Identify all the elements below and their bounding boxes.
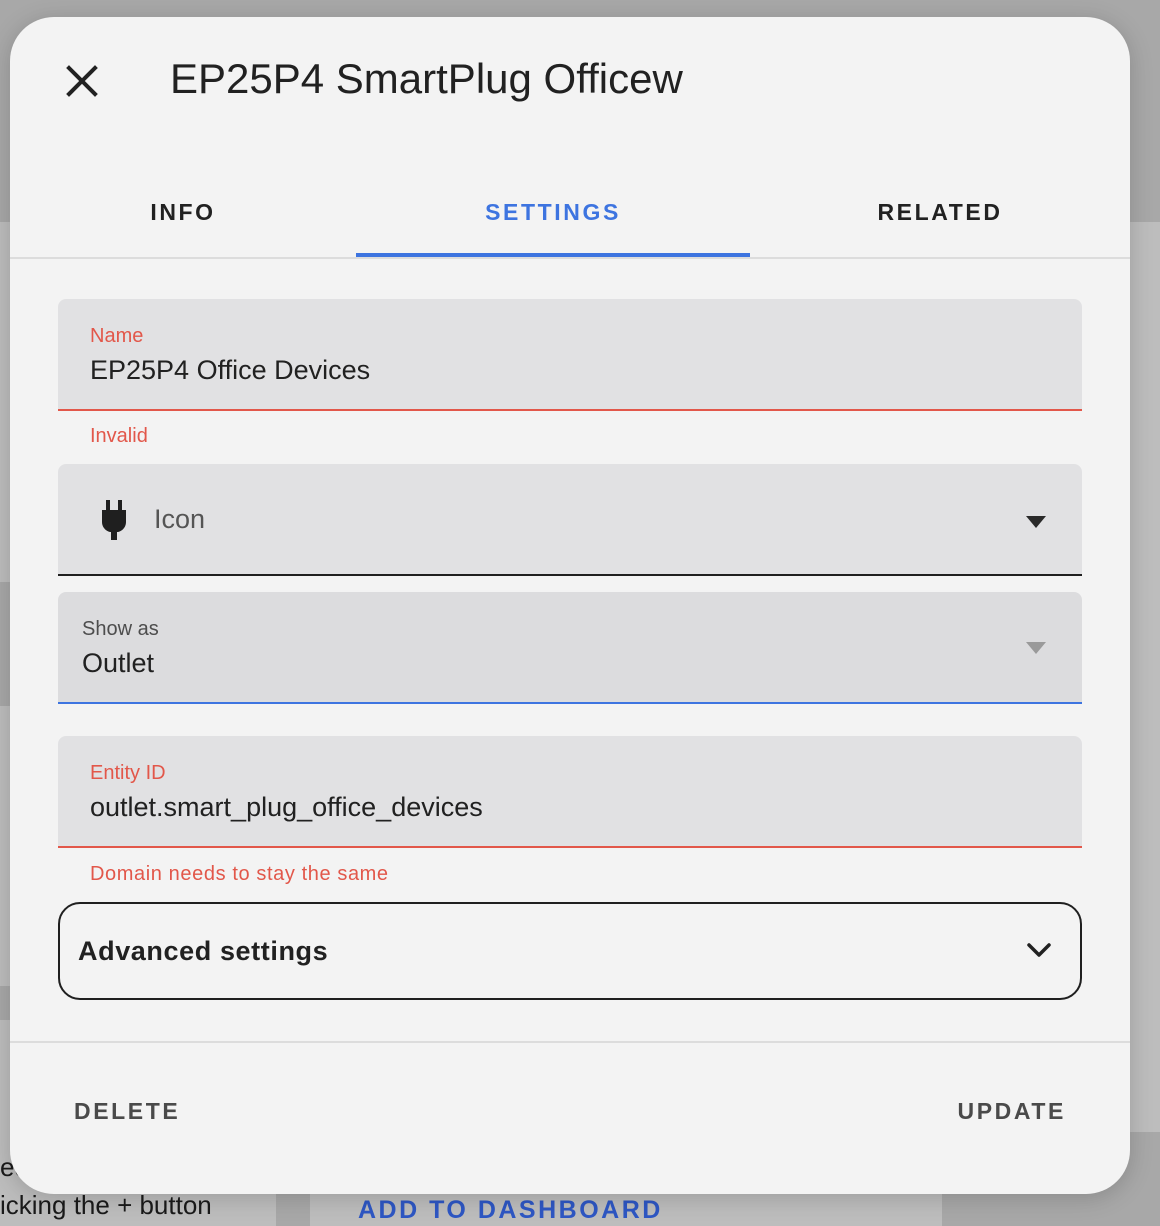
tab-bar: INFO SETTINGS RELATED — [10, 167, 1130, 259]
dropdown-arrow-icon — [1026, 516, 1046, 528]
close-button[interactable] — [60, 59, 104, 103]
entity-id-value[interactable]: outlet.smart_plug_office_devices — [90, 792, 483, 823]
dropdown-arrow-icon — [1026, 642, 1046, 654]
name-field-value[interactable]: EP25P4 Office Devices — [90, 355, 370, 386]
icon-picker-label: Icon — [154, 504, 206, 534]
advanced-settings-label: Advanced settings — [78, 936, 329, 966]
entity-id-field[interactable]: Entity ID outlet.smart_plug_office_devic… — [58, 736, 1082, 848]
active-tab-indicator — [356, 253, 750, 257]
entity-id-error: Domain needs to stay the same — [90, 863, 389, 885]
entity-settings-dialog: EP25P4 SmartPlug Officew INFO SETTINGS R… — [10, 17, 1130, 1194]
tab-settings[interactable]: SETTINGS — [356, 167, 750, 257]
add-to-dashboard-link[interactable]: ADD TO DASHBOARD — [358, 1196, 663, 1225]
show-as-label: Show as — [82, 618, 159, 640]
name-field[interactable]: Name EP25P4 Office Devices — [58, 299, 1082, 411]
name-field-label: Name — [90, 325, 144, 347]
show-as-select[interactable]: Show as Outlet — [58, 592, 1082, 704]
entity-id-label: Entity ID — [90, 762, 166, 784]
tab-info[interactable]: INFO — [10, 167, 356, 257]
chevron-down-icon — [1027, 943, 1051, 957]
advanced-settings-expander[interactable]: Advanced settings — [58, 902, 1082, 1000]
dialog-header: EP25P4 SmartPlug Officew — [10, 17, 1130, 147]
show-as-value: Outlet — [82, 648, 155, 678]
name-field-error: Invalid — [90, 425, 148, 447]
dialog-title: EP25P4 SmartPlug Officew — [170, 55, 683, 102]
background-text-line2: icking the + button — [0, 1190, 212, 1220]
icon-picker[interactable]: Icon — [58, 464, 1082, 576]
update-button[interactable]: UPDATE — [958, 1089, 1066, 1133]
tab-related[interactable]: RELATED — [750, 167, 1130, 257]
footer-divider — [10, 1041, 1130, 1043]
close-icon — [66, 65, 98, 97]
delete-button[interactable]: DELETE — [74, 1089, 180, 1133]
power-plug-icon — [102, 500, 126, 540]
